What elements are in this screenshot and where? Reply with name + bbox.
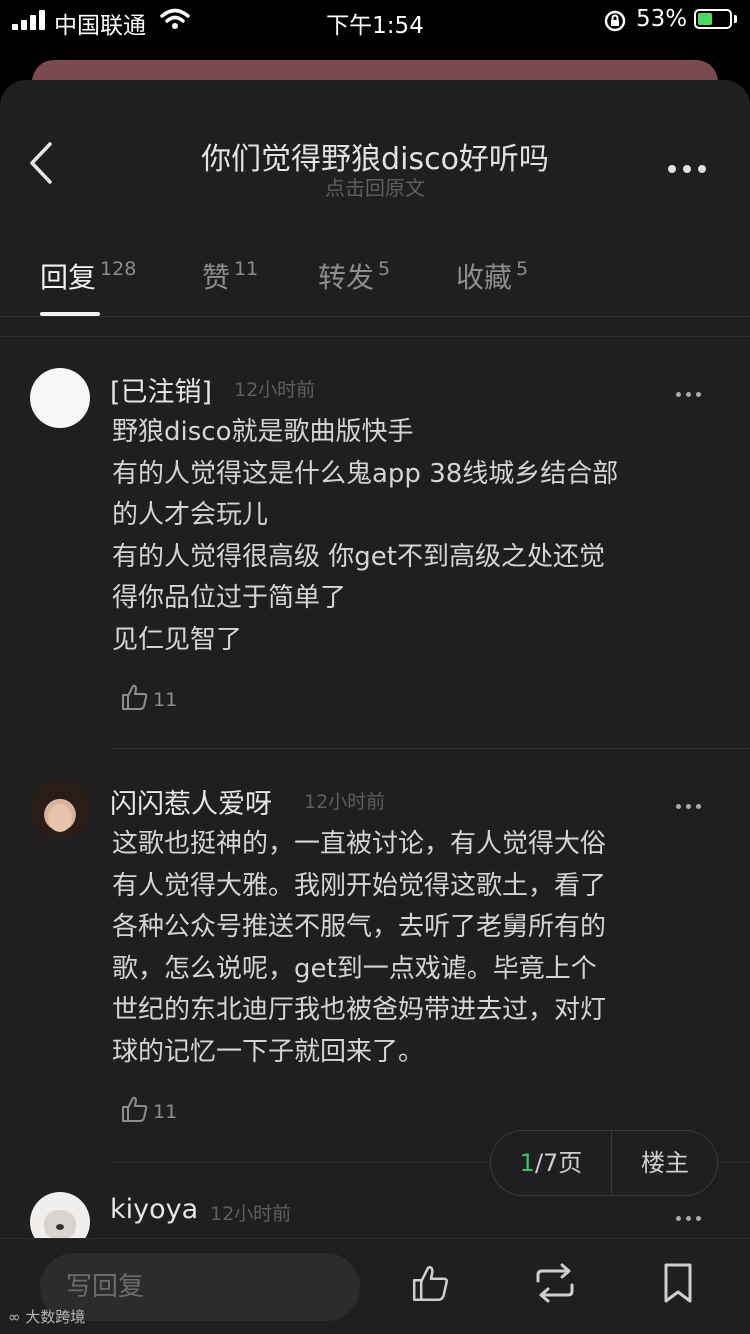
comment-more-icon[interactable] (676, 794, 706, 813)
tab-count: 128 (100, 258, 137, 280)
tab-label: 转发 (318, 261, 375, 294)
comment-line: 各种公众号推送不服气，去听了老舅所有的 (112, 912, 607, 942)
replies-sheet: 你们觉得野狼disco好听吗 点击回原文 回复 128 赞 11 转发 5 收藏 5 [… (0, 80, 750, 1334)
current-page: 1 (519, 1149, 535, 1177)
screen: 中国联通 下午1:54 53% 你们觉得野狼disco好听吗 点击回原文 回复 1… (0, 0, 750, 1334)
tab-likes[interactable]: 赞 11 (202, 256, 258, 296)
tab-count: 5 (516, 258, 529, 280)
status-bar: 中国联通 下午1:54 53% (0, 0, 750, 40)
battery-charging-icon (694, 9, 732, 29)
watermark: ∞ 大数跨境 (8, 1306, 85, 1327)
comment-like-button[interactable]: 11 (120, 682, 177, 712)
tab-label: 收藏 (456, 261, 513, 294)
battery-percent: 53% (636, 6, 688, 32)
comment-time: 12小时前 (234, 379, 316, 401)
comment-body: 野狼disco就是歌曲版快手 有的人觉得这是什么鬼app 38线城乡结合部 的人… (112, 412, 712, 661)
comment-like-button[interactable]: 11 (120, 1094, 177, 1124)
comment-line: 的人才会玩儿 (112, 500, 269, 530)
back-to-original-link[interactable]: 点击回原文 (0, 172, 750, 201)
repost-icon[interactable] (532, 1261, 578, 1309)
comment-username[interactable]: [已注销] (110, 370, 212, 409)
comment-line: 有人觉得大雅。我刚开始觉得这歌土，看了 (112, 870, 607, 901)
tab-count: 5 (378, 258, 391, 280)
comment-line: 这歌也挺神的，一直被讨论，有人觉得大俗 (112, 829, 607, 859)
comment-username[interactable]: 闪闪惹人爱呀 (110, 782, 272, 821)
like-count: 11 (153, 1101, 178, 1123)
active-tab-indicator (40, 312, 100, 316)
thumbs-up-icon (122, 1096, 148, 1122)
like-count: 11 (153, 689, 178, 711)
bookmark-icon[interactable] (660, 1261, 696, 1309)
comment-time: 12小时前 (304, 791, 386, 813)
owner-only-button[interactable]: 楼主 (612, 1131, 718, 1195)
avatar[interactable] (30, 780, 90, 840)
comment-line: 有的人觉得很高级 你get不到高级之处还觉 (112, 541, 605, 572)
bottom-bar: 写回复 (0, 1238, 750, 1334)
watermark-text: 大数跨境 (25, 1308, 86, 1326)
thumbs-up-icon (122, 684, 148, 710)
tab-label: 赞 (202, 261, 231, 294)
avatar[interactable] (30, 368, 90, 428)
comment-line: 得你品位过于简单了 (112, 583, 347, 613)
battery-tip (734, 15, 737, 23)
tab-favorites[interactable]: 收藏 5 (456, 256, 528, 296)
comment-line: 球的记忆一下子就回来了。 (112, 1036, 425, 1067)
comment-line: 世纪的东北迪厅我也被爸妈带进去过，对灯 (112, 995, 607, 1025)
comment-line: 野狼disco就是歌曲版快手 (112, 417, 414, 447)
comment-body: 这歌也挺神的，一直被讨论，有人觉得大俗 有人觉得大雅。我刚开始觉得这歌土，看了 … (112, 824, 712, 1073)
divider (0, 336, 750, 337)
watermark-logo-icon: ∞ (8, 1308, 26, 1326)
rotation-lock-icon (603, 9, 627, 37)
tab-bar: 回复 128 赞 11 转发 5 收藏 5 (0, 248, 750, 317)
comment-line: 见仁见智了 (112, 624, 243, 655)
more-icon[interactable] (668, 158, 713, 177)
tab-replies[interactable]: 回复 128 (40, 256, 136, 296)
comment-username[interactable]: kiyoya (110, 1194, 198, 1225)
tab-count: 11 (234, 258, 259, 280)
reply-input[interactable]: 写回复 (40, 1253, 360, 1321)
battery-level (698, 13, 713, 25)
divider (110, 748, 750, 749)
comment-more-icon[interactable] (676, 382, 706, 401)
comment-line: 歌，怎么说呢，get到一点戏谑。毕竟上个 (112, 953, 597, 984)
tab-reposts[interactable]: 转发 5 (318, 256, 390, 296)
comment-more-icon[interactable] (676, 1206, 706, 1225)
comment-time: 12小时前 (210, 1203, 292, 1225)
page-indicator[interactable]: 1/7页 (491, 1131, 611, 1195)
tab-label: 回复 (40, 261, 97, 294)
total-pages: /7页 (534, 1149, 583, 1177)
page-pager: 1/7页 楼主 (490, 1130, 718, 1196)
like-icon[interactable] (410, 1261, 452, 1309)
comment-line: 有的人觉得这是什么鬼app 38线城乡结合部 (112, 458, 619, 489)
